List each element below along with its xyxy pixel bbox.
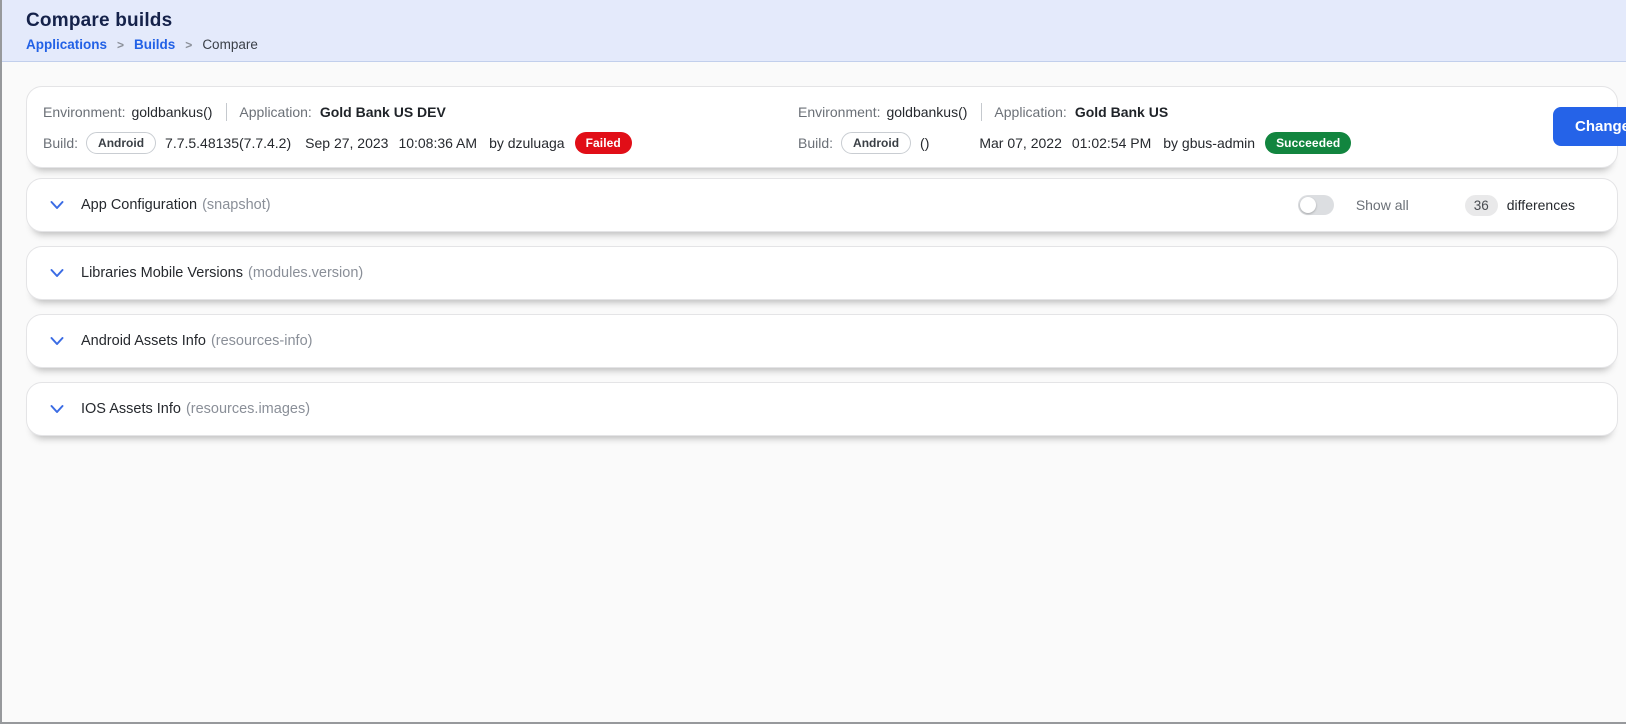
breadcrumb: Applications > Builds > Compare (26, 37, 1602, 52)
page-header: Compare builds Applications > Builds > C… (2, 0, 1626, 62)
build-right-column: Environment: goldbankus() Application: G… (798, 101, 1553, 154)
divider (226, 103, 227, 121)
chevron-down-icon[interactable] (48, 400, 66, 418)
differences-count-badge: 36 (1465, 195, 1498, 216)
chevron-down-icon[interactable] (48, 332, 66, 350)
section-title-wrap: App Configuration (snapshot) (81, 197, 271, 213)
environment-label: Environment: (43, 104, 125, 120)
build-left-build-row: Build: Android 7.7.5.48135(7.7.4.2) Sep … (43, 132, 798, 154)
build-right-info-row: Environment: goldbankus() Application: G… (798, 101, 1553, 123)
section-title-wrap: IOS Assets Info (resources.images) (81, 401, 310, 417)
section-title: Android Assets Info (81, 333, 206, 349)
build-label: Build: (798, 135, 833, 151)
build-time: 10:08:36 AM (398, 135, 477, 151)
application-value: Gold Bank US DEV (320, 104, 446, 120)
platform-badge: Android (841, 132, 911, 154)
build-label: Build: (43, 135, 78, 151)
differences-label: differences (1507, 197, 1575, 213)
show-all-toggle[interactable] (1298, 195, 1334, 215)
section-controls: Show all 36 differences (1298, 195, 1575, 216)
divider (981, 103, 982, 121)
environment-value: goldbankus() (886, 104, 967, 120)
build-compare-card: Environment: goldbankus() Application: G… (26, 86, 1618, 168)
build-author: by gbus-admin (1163, 135, 1255, 151)
build-right-build-row: Build: Android () Mar 07, 2022 01:02:54 … (798, 132, 1553, 154)
application-value: Gold Bank US (1075, 104, 1168, 120)
status-badge-succeeded: Succeeded (1265, 132, 1351, 154)
build-date: Mar 07, 2022 (979, 135, 1062, 151)
build-version: () (920, 135, 929, 151)
breadcrumb-current: Compare (202, 37, 258, 52)
section-libraries-mobile-versions[interactable]: Libraries Mobile Versions (modules.versi… (26, 246, 1618, 300)
status-badge-failed: Failed (575, 132, 632, 154)
platform-badge: Android (86, 132, 156, 154)
breadcrumb-applications[interactable]: Applications (26, 37, 107, 52)
breadcrumb-builds[interactable]: Builds (134, 37, 175, 52)
breadcrumb-separator-icon: > (117, 38, 124, 52)
chevron-down-icon[interactable] (48, 196, 66, 214)
section-android-assets-info[interactable]: Android Assets Info (resources-info) (26, 314, 1618, 368)
section-title: Libraries Mobile Versions (81, 265, 243, 281)
section-key: (modules.version) (248, 265, 363, 281)
build-columns: Environment: goldbankus() Application: G… (43, 101, 1553, 154)
breadcrumb-separator-icon: > (185, 38, 192, 52)
page-title: Compare builds (26, 10, 1602, 32)
build-version: 7.7.5.48135(7.7.4.2) (165, 135, 291, 151)
section-title-wrap: Android Assets Info (resources-info) (81, 333, 312, 349)
section-key: (resources.images) (186, 401, 310, 417)
environment-label: Environment: (798, 104, 880, 120)
show-all-label: Show all (1356, 197, 1409, 213)
section-ios-assets-info[interactable]: IOS Assets Info (resources.images) (26, 382, 1618, 436)
build-left-column: Environment: goldbankus() Application: G… (43, 101, 798, 154)
application-label: Application: (994, 104, 1066, 120)
section-title: App Configuration (81, 197, 197, 213)
section-key: (resources-info) (211, 333, 313, 349)
application-label: Application: (239, 104, 311, 120)
section-title: IOS Assets Info (81, 401, 181, 417)
change-build-button[interactable]: Change build (1553, 107, 1626, 146)
build-time: 01:02:54 PM (1072, 135, 1151, 151)
section-key: (snapshot) (202, 197, 271, 213)
main-content: Environment: goldbankus() Application: G… (2, 62, 1626, 436)
section-app-configuration[interactable]: App Configuration (snapshot) Show all 36… (26, 178, 1618, 232)
chevron-down-icon[interactable] (48, 264, 66, 282)
environment-value: goldbankus() (131, 104, 212, 120)
section-title-wrap: Libraries Mobile Versions (modules.versi… (81, 265, 363, 281)
build-author: by dzuluaga (489, 135, 565, 151)
toggle-knob (1300, 197, 1316, 213)
build-left-info-row: Environment: goldbankus() Application: G… (43, 101, 798, 123)
build-date: Sep 27, 2023 (305, 135, 388, 151)
